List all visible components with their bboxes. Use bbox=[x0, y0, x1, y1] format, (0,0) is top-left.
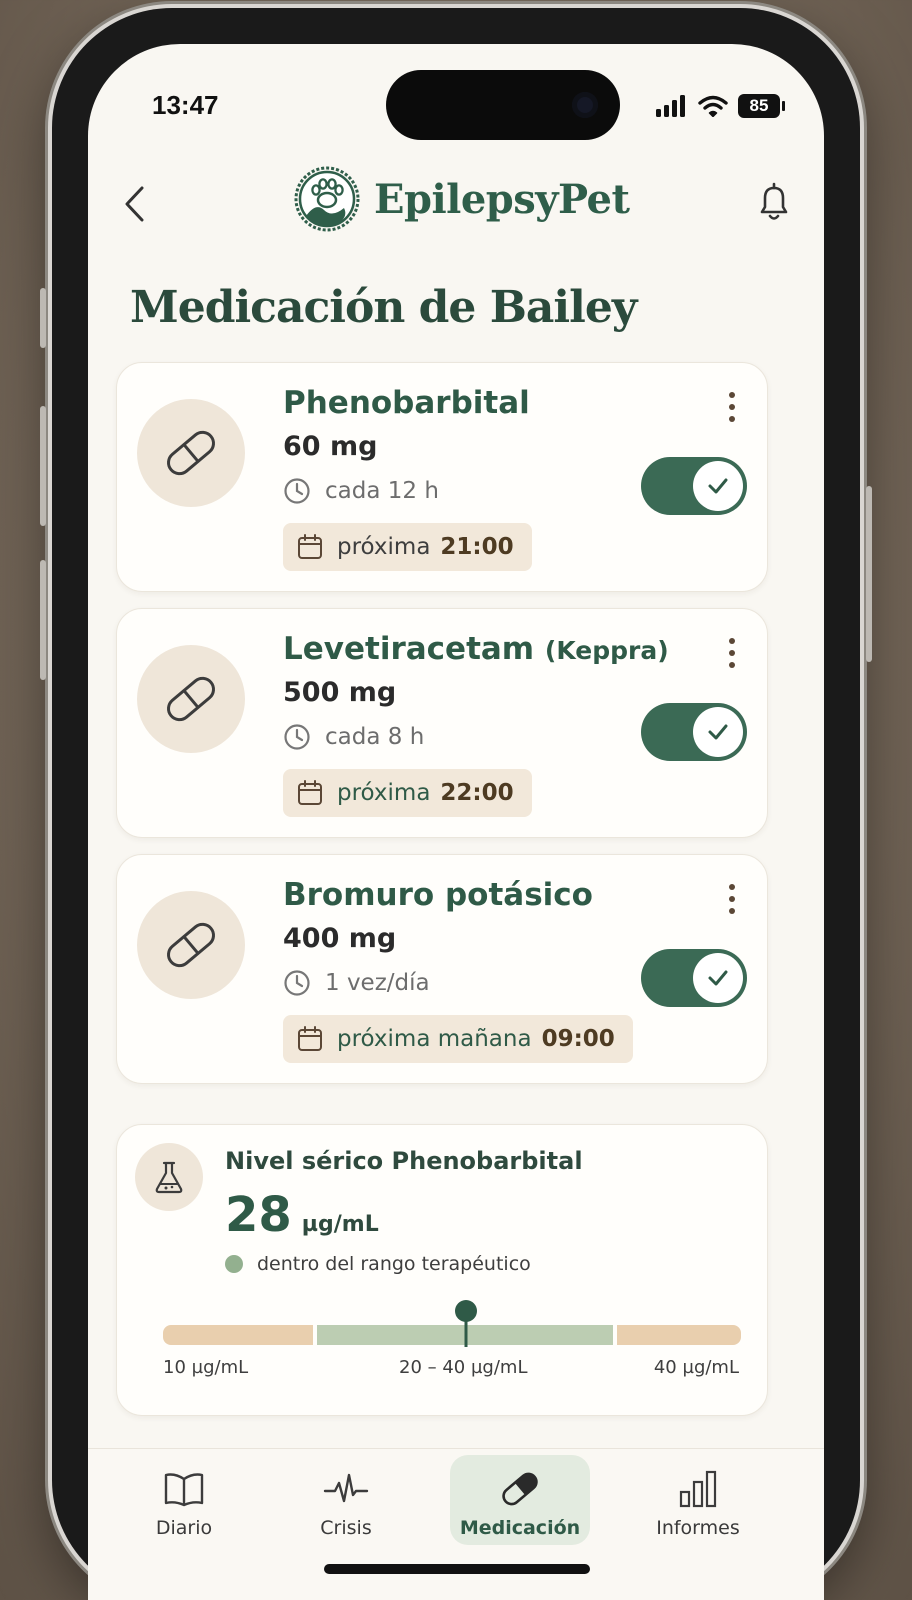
bottom-tab-bar: Diario Crisis Medicación Informes bbox=[88, 1448, 824, 1600]
app-header: EpilepsyPet bbox=[88, 164, 824, 244]
medication-card[interactable]: Bromuro potásico 400 mg 1 vez/día próxim… bbox=[116, 854, 768, 1084]
calendar-icon bbox=[298, 534, 322, 559]
page-title: Medicación de Bailey bbox=[130, 282, 637, 333]
medication-name: Bromuro potásico bbox=[283, 877, 593, 913]
pill-avatar bbox=[137, 891, 245, 999]
range-mid-label: 20 – 40 µg/mL bbox=[399, 1357, 528, 1378]
medication-name: Phenobarbital bbox=[283, 385, 530, 421]
flask-icon bbox=[155, 1161, 183, 1194]
range-low-segment bbox=[163, 1325, 313, 1345]
volume-up-button bbox=[40, 406, 46, 526]
pill-icon bbox=[167, 430, 215, 476]
app-name: EpilepsyPet bbox=[374, 175, 630, 223]
medication-dose: 60 mg bbox=[283, 431, 378, 462]
clock-icon bbox=[284, 478, 310, 504]
pill-icon bbox=[167, 922, 215, 968]
pill-avatar bbox=[137, 399, 245, 507]
medication-dose: 500 mg bbox=[283, 677, 397, 708]
serum-value: 28 µg/mL bbox=[225, 1187, 379, 1243]
check-icon bbox=[708, 970, 728, 986]
next-dose-badge: próxima mañana 09:00 bbox=[283, 1015, 633, 1063]
calendar-icon bbox=[298, 780, 322, 805]
serum-status: dentro del rango terapéutico bbox=[225, 1253, 531, 1275]
more-options-button[interactable] bbox=[717, 633, 747, 673]
paw-logo-icon bbox=[294, 166, 360, 232]
back-button[interactable] bbox=[120, 184, 150, 224]
medication-frequency: cada 12 h bbox=[283, 477, 439, 505]
wifi-icon bbox=[698, 95, 728, 117]
next-dose-badge: próxima 22:00 bbox=[283, 769, 532, 817]
front-camera bbox=[572, 92, 598, 118]
action-button bbox=[40, 288, 46, 348]
pill-avatar bbox=[137, 645, 245, 753]
medication-card[interactable]: Phenobarbital 60 mg cada 12 h próxima 21… bbox=[116, 362, 768, 592]
medication-card[interactable]: Levetiracetam (Keppra) 500 mg cada 8 h p… bbox=[116, 608, 768, 838]
chevron-left-icon bbox=[125, 186, 144, 222]
clock-icon bbox=[284, 970, 310, 996]
pill-icon bbox=[502, 1472, 538, 1506]
dynamic-island bbox=[386, 70, 620, 140]
serum-level-card[interactable]: Nivel sérico Phenobarbital 28 µg/mL dent… bbox=[116, 1124, 768, 1416]
serum-title: Nivel sérico Phenobarbital bbox=[225, 1147, 583, 1175]
check-icon bbox=[708, 724, 728, 740]
medication-toggle[interactable] bbox=[641, 703, 747, 761]
range-marker-pin bbox=[455, 1300, 477, 1347]
power-button bbox=[866, 486, 872, 662]
home-indicator[interactable] bbox=[324, 1564, 590, 1574]
heartbeat-icon bbox=[323, 1473, 369, 1503]
medication-frequency: cada 8 h bbox=[283, 723, 424, 751]
tab-informes[interactable]: Informes bbox=[628, 1455, 768, 1545]
more-options-button[interactable] bbox=[717, 387, 747, 427]
tab-medicacion[interactable]: Medicación bbox=[450, 1455, 590, 1545]
notifications-button[interactable] bbox=[752, 180, 796, 224]
brand: EpilepsyPet bbox=[292, 164, 630, 234]
status-icons: 85 bbox=[656, 94, 785, 118]
tab-crisis[interactable]: Crisis bbox=[276, 1455, 416, 1545]
medication-toggle[interactable] bbox=[641, 949, 747, 1007]
pill-icon bbox=[167, 676, 215, 722]
therapeutic-range-bar bbox=[163, 1325, 741, 1345]
medication-dose: 400 mg bbox=[283, 923, 397, 954]
calendar-icon bbox=[298, 1026, 322, 1051]
signal-icon bbox=[656, 95, 685, 117]
bell-icon bbox=[760, 182, 788, 220]
medication-toggle[interactable] bbox=[641, 457, 747, 515]
flask-avatar bbox=[135, 1143, 203, 1211]
volume-down-button bbox=[40, 560, 46, 680]
status-time: 13:47 bbox=[152, 90, 219, 120]
phone-frame: 13:47 85 EpilepsyPet Medicación de Baile… bbox=[40, 8, 872, 1600]
bar-chart-icon bbox=[679, 1470, 717, 1508]
clock-icon bbox=[284, 724, 310, 750]
medication-name: Levetiracetam (Keppra) bbox=[283, 631, 669, 667]
more-options-button[interactable] bbox=[717, 879, 747, 919]
tab-diario[interactable]: Diario bbox=[114, 1455, 254, 1545]
battery-indicator: 85 bbox=[738, 94, 785, 118]
range-high-label: 40 µg/mL bbox=[653, 1357, 739, 1378]
next-dose-badge: próxima 21:00 bbox=[283, 523, 532, 571]
app-screen: 13:47 85 EpilepsyPet Medicación de Baile… bbox=[88, 44, 824, 1600]
medication-frequency: 1 vez/día bbox=[283, 969, 430, 997]
range-high-segment bbox=[617, 1325, 741, 1345]
range-low-label: 10 µg/mL bbox=[163, 1357, 249, 1378]
book-icon bbox=[164, 1473, 204, 1507]
status-dot bbox=[225, 1255, 243, 1273]
check-icon bbox=[708, 478, 728, 494]
